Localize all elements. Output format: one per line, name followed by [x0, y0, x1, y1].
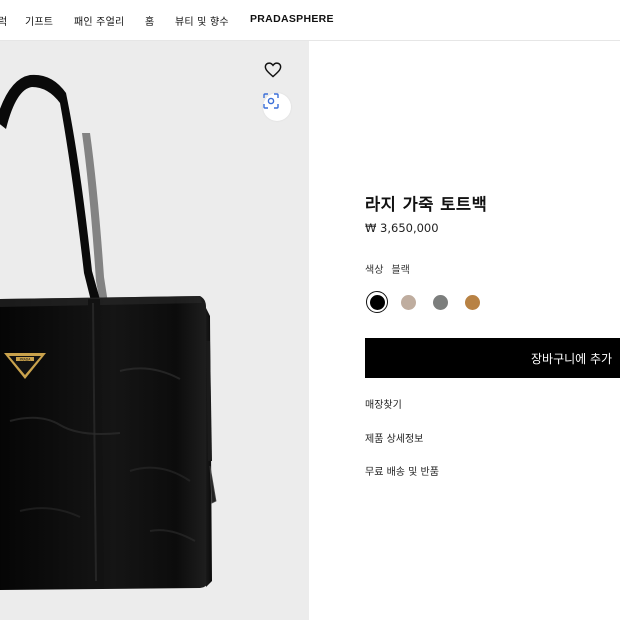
- store-finder-link[interactable]: 매장찾기: [365, 396, 402, 411]
- add-to-bag-button[interactable]: 장바구니에 추가: [365, 338, 620, 378]
- shipping-returns-link[interactable]: 무료 배송 및 반품: [365, 463, 439, 478]
- nav-item-bags[interactable]: 럭: [0, 13, 7, 28]
- swatch-taupe[interactable]: [397, 291, 419, 313]
- visual-search-button[interactable]: [263, 93, 291, 121]
- product-title: 라지 가죽 토트백: [365, 195, 488, 214]
- bag-body: [0, 296, 208, 590]
- nav-item-home[interactable]: 홈: [145, 13, 154, 28]
- swatch-taupe-dot: [400, 294, 416, 310]
- top-navigation: 럭 기프트 패인 주얼리 홈 뷰티 및 향수 PRADASPHERE: [0, 0, 620, 41]
- product-price: ₩ 3,650,000: [365, 221, 439, 235]
- nav-item-gifts[interactable]: 기프트: [25, 13, 53, 28]
- swatch-gray-dot: [432, 294, 448, 310]
- tote-bag-illustration: PRADA: [0, 74, 217, 590]
- color-selection-label: 색상 블랙: [365, 261, 410, 276]
- color-value: 블랙: [391, 265, 410, 276]
- swatch-black-dot: [369, 294, 385, 310]
- product-details-link[interactable]: 제품 상세정보: [365, 430, 423, 445]
- nav-item-beauty-fragrance[interactable]: 뷰티 및 향수: [175, 13, 229, 28]
- nav-item-fine-jewelry[interactable]: 패인 주얼리: [74, 13, 124, 28]
- swatch-tan[interactable]: [461, 291, 483, 313]
- heart-icon: [264, 62, 282, 78]
- swatch-gray[interactable]: [429, 291, 451, 313]
- product-image: PRADA: [0, 41, 309, 620]
- scan-icon: [263, 93, 279, 109]
- color-label: 색상: [365, 265, 384, 276]
- bag-handle-back: [0, 74, 101, 305]
- wishlist-button[interactable]: [264, 62, 290, 84]
- swatch-black[interactable]: [366, 291, 388, 313]
- product-details: 라지 가죽 토트백 ₩ 3,650,000 색상 블랙 장바구니에 추가 매장찾기…: [309, 41, 620, 620]
- swatch-tan-dot: [464, 294, 480, 310]
- add-to-bag-label: 장바구니에 추가: [531, 352, 613, 366]
- nav-item-pradasphere[interactable]: PRADASPHERE: [250, 13, 334, 25]
- logo-text: PRADA: [20, 358, 32, 362]
